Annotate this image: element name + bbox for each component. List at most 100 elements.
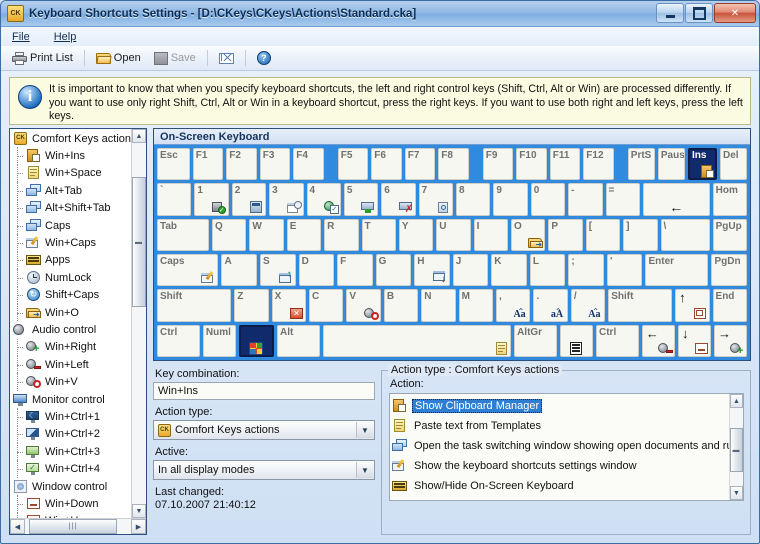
- key-f2[interactable]: F2: [226, 148, 257, 181]
- menu-item-file[interactable]: File: [9, 30, 33, 44]
- action-scroll-up-arrow[interactable]: ▲: [730, 394, 743, 408]
- shortcut-tree[interactable]: CK Comfort Keys action Win+Ins Win+Space Alt…: [10, 129, 131, 518]
- key--[interactable]: `: [157, 183, 192, 216]
- key--[interactable]: \: [660, 218, 710, 251]
- hscroll-thumb[interactable]: |||: [29, 519, 117, 534]
- key-f11[interactable]: F11: [549, 148, 581, 181]
- key-f6[interactable]: F6: [371, 148, 402, 181]
- key-f9[interactable]: F9: [482, 148, 514, 181]
- key-hom[interactable]: Hom: [712, 183, 747, 216]
- scroll-left-arrow[interactable]: ◀: [10, 519, 25, 534]
- tree-item-alt-shift-tab[interactable]: Alt+Shift+Tab: [12, 199, 131, 218]
- scroll-down-arrow[interactable]: ▼: [132, 504, 146, 518]
- key-windows-logo-icon[interactable]: [238, 324, 274, 357]
- key-ctrl[interactable]: Ctrl: [157, 324, 200, 357]
- key-t[interactable]: T: [361, 218, 396, 251]
- key-alt[interactable]: Alt: [276, 324, 320, 357]
- key-del[interactable]: Del: [720, 148, 748, 181]
- key-end[interactable]: End: [712, 289, 747, 322]
- action-list-scrollbar[interactable]: ▲ ▬ ▼: [729, 394, 743, 500]
- action-scroll-down-arrow[interactable]: ▼: [730, 486, 743, 500]
- scroll-right-arrow[interactable]: ▶: [131, 519, 146, 534]
- tree-item-win-caps[interactable]: Win+Caps: [12, 234, 131, 253]
- print-list-button[interactable]: Print List: [7, 50, 78, 67]
- tree-item-win-v[interactable]: Win+V: [12, 373, 131, 392]
- key-y[interactable]: Y: [398, 218, 434, 251]
- tree-item-comfort-keys-action[interactable]: CK Comfort Keys action: [12, 130, 131, 147]
- key-4[interactable]: 4 ✓: [306, 183, 341, 216]
- key-altgr[interactable]: AltGr: [514, 324, 557, 357]
- mail-button[interactable]: [214, 51, 239, 66]
- key-template-icon[interactable]: [322, 324, 512, 357]
- tree-item-win-up[interactable]: Win+Up: [12, 512, 131, 518]
- tree-item-win-space[interactable]: Win+Space: [12, 164, 131, 183]
- tree-item-win-ins[interactable]: Win+Ins: [12, 147, 131, 166]
- key-f3[interactable]: F3: [259, 148, 291, 181]
- action-list-item[interactable]: Open the task switching window showing o…: [392, 436, 729, 456]
- tree-item-win-down[interactable]: Win+Down: [12, 495, 131, 513]
- key-tab[interactable]: Tab: [157, 218, 210, 251]
- key-v[interactable]: V: [346, 289, 381, 322]
- maximize-button[interactable]: [685, 3, 713, 23]
- action-type-select[interactable]: CK Comfort Keys actions ▼: [153, 420, 375, 440]
- action-listbox[interactable]: Show Clipboard Manager Paste text from Te…: [389, 393, 744, 501]
- key--[interactable]: -: [568, 183, 603, 216]
- key-volume-down-icon[interactable]: ←: [641, 324, 675, 357]
- action-list-item[interactable]: Paste text from Templates: [392, 416, 729, 436]
- scroll-thumb[interactable]: ▬: [132, 177, 146, 307]
- tree-item-win-ctrl-1[interactable]: ☾ Win+Ctrl+1: [12, 408, 131, 427]
- key-f12[interactable]: F12: [583, 148, 614, 181]
- key-2[interactable]: 2: [231, 183, 267, 216]
- key--[interactable]: , Aa ⌃: [496, 289, 531, 322]
- key-c[interactable]: C: [309, 289, 344, 322]
- action-scroll-thumb[interactable]: ▬: [730, 428, 743, 472]
- scroll-track[interactable]: ▬: [132, 143, 146, 504]
- key-backspace-arrow-icon[interactable]: ←: [642, 183, 710, 216]
- key-5[interactable]: 5: [343, 183, 379, 216]
- key-f8[interactable]: F8: [438, 148, 469, 181]
- key-h[interactable]: H ↓: [414, 253, 450, 287]
- tree-item-win-ctrl-2[interactable]: Win+Ctrl+2: [12, 425, 131, 444]
- key-volume-up-icon[interactable]: → +: [713, 324, 747, 357]
- key-z[interactable]: Z: [234, 289, 269, 322]
- tree-item-window-control[interactable]: Window control: [12, 478, 131, 495]
- key--[interactable]: [: [585, 218, 621, 251]
- key-ins[interactable]: Ins: [687, 148, 718, 181]
- keyboard[interactable]: Esc F1 F2 F3 F4 F5 F6 F7 F8 F9 F10 F11 F12 PrtS Paus In…: [154, 145, 750, 360]
- key--[interactable]: ;: [568, 253, 604, 287]
- key-q[interactable]: Q: [212, 218, 247, 251]
- tree-item-win-o[interactable]: ➜ Win+O: [12, 303, 131, 322]
- key-j[interactable]: J: [452, 253, 489, 287]
- key-esc[interactable]: Esc: [157, 148, 190, 181]
- key-k[interactable]: K: [491, 253, 527, 287]
- key-f5[interactable]: F5: [337, 148, 369, 181]
- key-r[interactable]: R: [324, 218, 359, 251]
- key-1[interactable]: 1 ✓: [194, 183, 229, 216]
- help-button[interactable]: ?: [252, 49, 276, 67]
- tree-item-apps[interactable]: Apps: [12, 251, 131, 270]
- key-menu-list-icon[interactable]: [559, 324, 593, 357]
- key-shift[interactable]: Shift: [157, 289, 232, 322]
- key-ctrl[interactable]: Ctrl: [596, 324, 639, 357]
- key-f7[interactable]: F7: [404, 148, 436, 181]
- active-select[interactable]: In all display modes ▼: [153, 460, 375, 480]
- action-list-item[interactable]: Show Clipboard Manager: [392, 396, 729, 416]
- tree-item-numlock[interactable]: NumLock: [12, 269, 131, 287]
- key--[interactable]: / Aa ⌃: [570, 289, 606, 322]
- key-o[interactable]: O ➜: [511, 218, 546, 251]
- key-combination-input[interactable]: Win+Ins: [153, 382, 375, 400]
- tree-horizontal-scrollbar[interactable]: ◀ ||| ▶: [10, 518, 146, 534]
- key-prts[interactable]: PrtS: [627, 148, 655, 181]
- key-b[interactable]: B: [383, 289, 419, 322]
- tree-item-win-left[interactable]: Win+Left: [12, 356, 131, 374]
- key-7[interactable]: 7: [418, 183, 453, 216]
- tree-item-alt-tab[interactable]: Alt+Tab: [12, 182, 131, 200]
- key-paus[interactable]: Paus: [657, 148, 685, 181]
- menu-item-help[interactable]: Help: [51, 30, 80, 44]
- minimize-button[interactable]: [656, 3, 684, 23]
- action-list-item[interactable]: Show the keyboard shortcuts settings win…: [392, 456, 729, 476]
- key-enter[interactable]: Enter: [645, 253, 709, 287]
- action-list-items[interactable]: Show Clipboard Manager Paste text from Te…: [390, 394, 729, 500]
- close-button[interactable]: ✕: [714, 3, 756, 23]
- key-l[interactable]: L: [529, 253, 566, 287]
